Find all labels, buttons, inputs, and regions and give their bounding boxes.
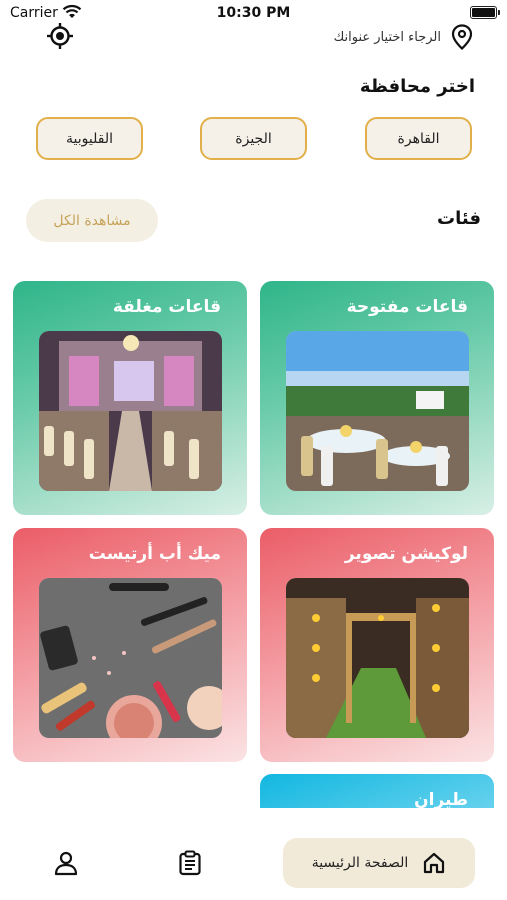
category-image-open-halls (286, 331, 469, 491)
profile-icon[interactable] (53, 850, 79, 876)
categories-section-title: فئات (437, 208, 481, 229)
battery-icon (470, 6, 500, 19)
address-selector[interactable]: الرجاء اختيار عنوانك (334, 24, 473, 50)
home-icon (424, 852, 445, 874)
governorate-chip-giza[interactable]: الجيزة (200, 117, 307, 160)
governorate-chip-qalyubia[interactable]: القليوبية (36, 117, 143, 160)
category-card-title: لوكيشن تصوير (344, 544, 468, 564)
address-prompt: الرجاء اختيار عنوانك (333, 29, 441, 45)
category-card-makeup-artist[interactable]: ميك أب أرتيست (13, 528, 247, 762)
governorate-section-title: اختر محافظة (359, 76, 475, 97)
category-card-title: طيران (414, 790, 468, 810)
view-all-button[interactable]: مشاهدة الكل (26, 199, 158, 242)
clipboard-icon[interactable] (177, 850, 203, 876)
category-card-title: ميك أب أرتيست (88, 544, 221, 564)
nav-home-label: الصفحة الرئيسية (311, 855, 409, 871)
category-card-open-halls[interactable]: قاعات مفتوحة (260, 281, 494, 515)
status-time: 10:30 PM (216, 5, 291, 21)
category-card-title: قاعات مغلقة (112, 297, 221, 317)
category-image-closed-halls (39, 331, 222, 491)
category-card-closed-halls[interactable]: قاعات مغلقة (13, 281, 247, 515)
locate-me-icon[interactable] (46, 22, 74, 50)
category-card-photo-location[interactable]: لوكيشن تصوير (260, 528, 494, 762)
category-card-title: قاعات مفتوحة (346, 297, 468, 317)
nav-home-button[interactable]: الصفحة الرئيسية (283, 838, 475, 888)
category-image-photo-location (286, 578, 469, 738)
location-pin-icon (451, 24, 473, 50)
governorate-chip-cairo[interactable]: القاهرة (365, 117, 472, 160)
category-image-makeup-artist (39, 578, 222, 738)
